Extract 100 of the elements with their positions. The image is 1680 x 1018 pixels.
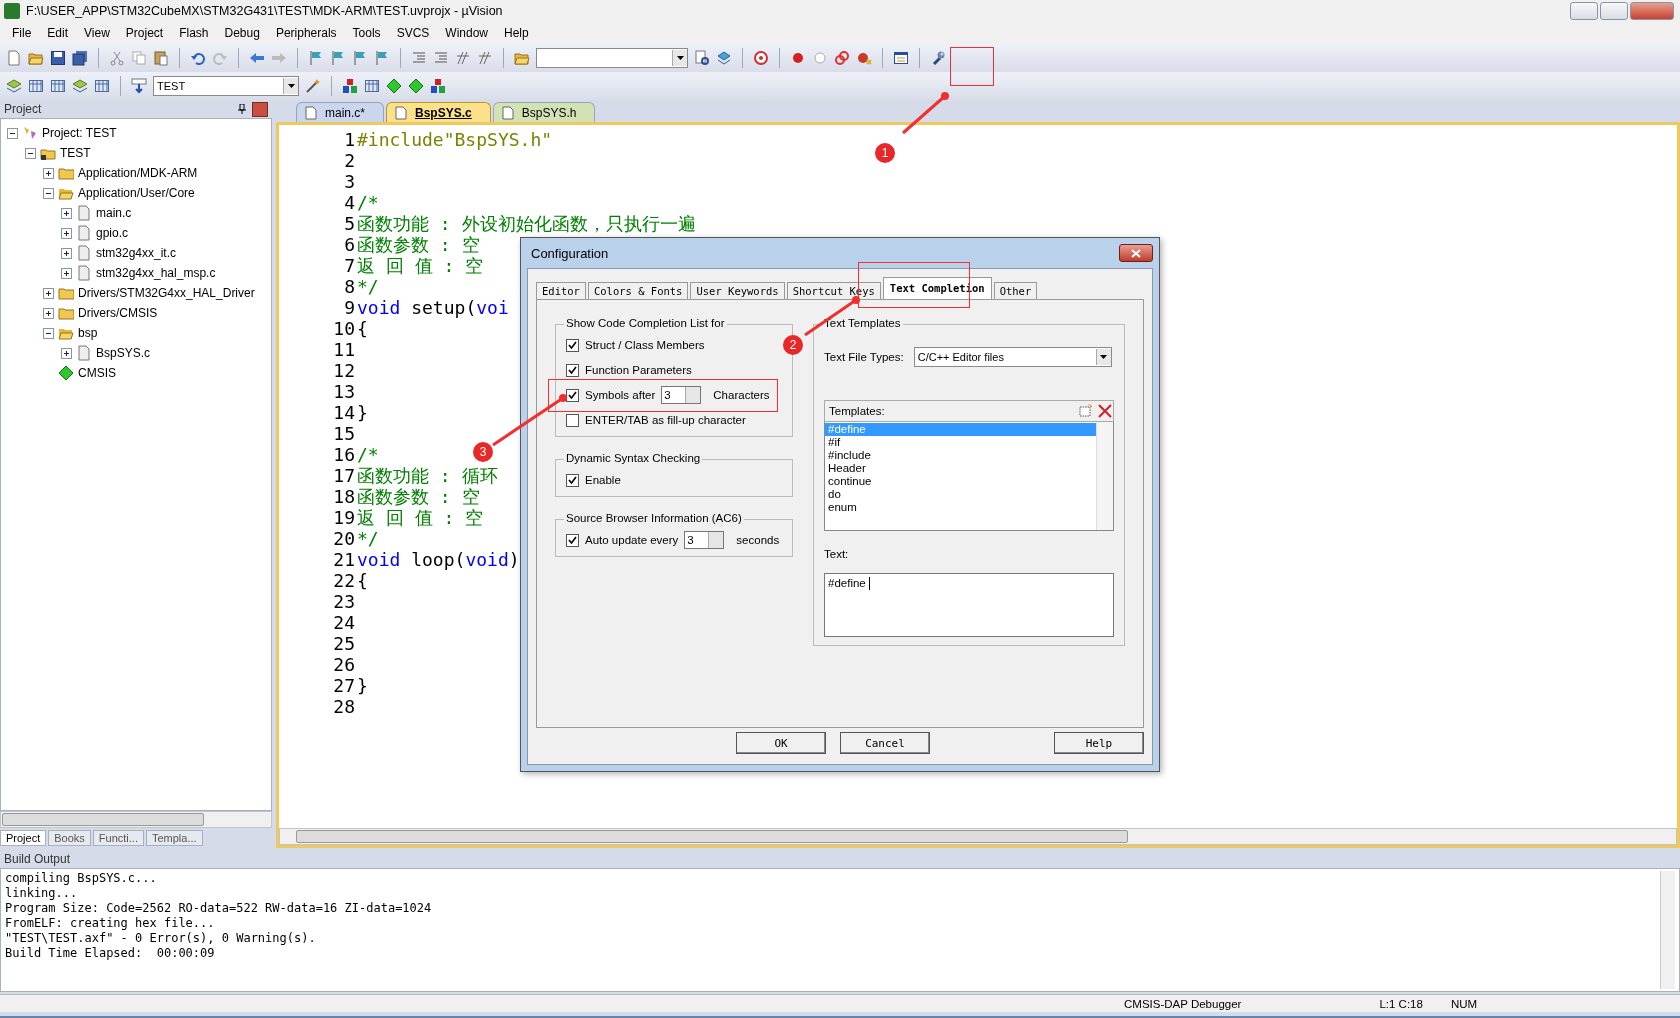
checkbox[interactable]	[566, 363, 579, 377]
dialog-button[interactable]: Cancel	[840, 732, 930, 754]
flag-icon[interactable]	[308, 50, 324, 66]
tree-item[interactable]: Drivers/STM32G4xx_HAL_Driver	[78, 286, 255, 300]
number-spinner[interactable]: 3	[661, 386, 702, 404]
panel-tab[interactable]: Project	[0, 830, 47, 846]
expand-toggle[interactable]	[61, 267, 72, 279]
new-item-icon[interactable]	[1077, 403, 1093, 419]
file-tab[interactable]: main.c*	[296, 102, 384, 122]
menu-item[interactable]: Edit	[39, 26, 77, 40]
search-combo[interactable]	[536, 48, 688, 68]
grid-icon[interactable]	[364, 78, 380, 94]
expand-toggle[interactable]	[43, 167, 54, 179]
panel-tab[interactable]: Templa...	[145, 830, 203, 846]
pin-icon[interactable]	[238, 104, 246, 114]
stack-icon[interactable]	[72, 78, 88, 94]
scissors-icon[interactable]	[109, 50, 125, 66]
menu-item[interactable]: File	[4, 26, 40, 40]
panel-tab[interactable]: Functi...	[92, 830, 144, 846]
debug-icon[interactable]	[753, 50, 769, 66]
back-arrow-icon[interactable]	[249, 50, 265, 66]
menu-item[interactable]: Help	[496, 26, 537, 40]
diamond-icon[interactable]	[408, 78, 424, 94]
paste-icon[interactable]	[153, 50, 169, 66]
grid-icon[interactable]	[28, 78, 44, 94]
indent-icon[interactable]	[433, 50, 449, 66]
window-icon[interactable]	[893, 50, 909, 66]
grid-icon[interactable]	[94, 78, 110, 94]
open-folder-icon[interactable]	[28, 50, 44, 66]
tree-item[interactable]: gpio.c	[96, 226, 129, 240]
template-item[interactable]: continue	[825, 475, 1096, 488]
grid-icon[interactable]	[50, 78, 66, 94]
checkbox-label[interactable]: Function Parameters	[585, 364, 692, 376]
expand-toggle[interactable]	[7, 127, 18, 139]
bug-icon[interactable]	[856, 50, 872, 66]
expand-toggle[interactable]	[25, 147, 36, 159]
tree-item[interactable]: TEST	[60, 146, 91, 160]
save-icon[interactable]	[50, 50, 66, 66]
rings-icon[interactable]	[834, 50, 850, 66]
dialog-button[interactable]: Help	[1054, 732, 1144, 754]
expand-toggle[interactable]	[61, 227, 72, 239]
new-file-icon[interactable]	[6, 50, 22, 66]
expand-toggle[interactable]	[43, 287, 54, 299]
dialog-tab[interactable]: User Keywords	[690, 282, 785, 299]
dialog-button[interactable]: OK	[736, 732, 826, 754]
menu-item[interactable]: Flash	[171, 26, 217, 40]
checkbox-label[interactable]: Symbols after	[585, 389, 656, 401]
checkbox[interactable]	[566, 413, 579, 427]
blocks-icon[interactable]	[430, 78, 446, 94]
template-item[interactable]: #include	[825, 449, 1096, 462]
tree-item[interactable]: bsp	[78, 326, 98, 340]
wrench-icon[interactable]	[930, 50, 946, 66]
expand-toggle[interactable]	[61, 347, 72, 359]
comment-icon[interactable]	[455, 50, 471, 66]
checkbox-label[interactable]: ENTER/TAB as fill-up character	[585, 414, 746, 426]
minimize-button[interactable]	[1570, 2, 1598, 20]
template-item[interactable]: #if	[825, 436, 1096, 449]
template-item[interactable]: enum	[825, 501, 1096, 514]
tree-item[interactable]: stm32g4xx_hal_msp.c	[96, 266, 216, 280]
expand-toggle[interactable]	[43, 327, 54, 339]
diamond-icon[interactable]	[386, 78, 402, 94]
expand-toggle[interactable]	[43, 187, 54, 199]
tree-item[interactable]: Project: TEST	[42, 126, 117, 140]
tree-item[interactable]: Application/User/Core	[78, 186, 195, 200]
magic-wand-icon[interactable]	[305, 78, 321, 94]
scrollbar[interactable]	[0, 811, 272, 828]
undo-icon[interactable]	[190, 50, 206, 66]
indent-icon[interactable]	[411, 50, 427, 66]
dialog-tab[interactable]: Editor	[536, 282, 586, 299]
tree-item[interactable]: main.c	[96, 206, 132, 220]
tree-item[interactable]: CMSIS	[78, 366, 116, 380]
checkbox-label[interactable]: Auto update every	[585, 534, 679, 546]
tree-item[interactable]: stm32g4xx_it.c	[96, 246, 177, 260]
menu-item[interactable]: SVCS	[388, 26, 438, 40]
find-icon[interactable]	[694, 50, 710, 66]
dialog-tab[interactable]: Other	[993, 282, 1038, 299]
breakpoint-icon[interactable]	[790, 50, 806, 66]
diamond-icon[interactable]	[58, 365, 74, 381]
scrollbar[interactable]	[1096, 422, 1113, 530]
restore-button[interactable]	[1600, 2, 1628, 20]
template-item[interactable]: Header	[825, 462, 1096, 475]
panel-tab[interactable]: Books	[48, 830, 91, 846]
target-select[interactable]: TEST	[153, 76, 299, 96]
delete-icon[interactable]	[1097, 403, 1113, 419]
file-tab[interactable]: BspSYS.c	[386, 102, 491, 122]
expand-toggle[interactable]	[43, 307, 54, 319]
expand-toggle[interactable]	[61, 207, 72, 219]
expand-toggle[interactable]	[61, 247, 72, 259]
checkbox-label[interactable]: Enable	[585, 474, 621, 486]
template-text-area[interactable]: #define	[824, 573, 1114, 637]
project-icon[interactable]	[22, 125, 38, 141]
blocks-icon[interactable]	[342, 78, 358, 94]
checkbox-label[interactable]: Struct / Class Members	[585, 339, 705, 351]
flag-icon[interactable]	[374, 50, 390, 66]
tree-item[interactable]: Drivers/CMSIS	[78, 306, 158, 320]
tree-item[interactable]: BspSYS.c	[96, 346, 151, 360]
tree-item[interactable]: Application/MDK-ARM	[78, 166, 198, 180]
open-folder-icon[interactable]	[514, 50, 530, 66]
dialog-tab[interactable]: Colors & Fonts	[587, 282, 689, 299]
scrollbar[interactable]	[1660, 871, 1675, 989]
